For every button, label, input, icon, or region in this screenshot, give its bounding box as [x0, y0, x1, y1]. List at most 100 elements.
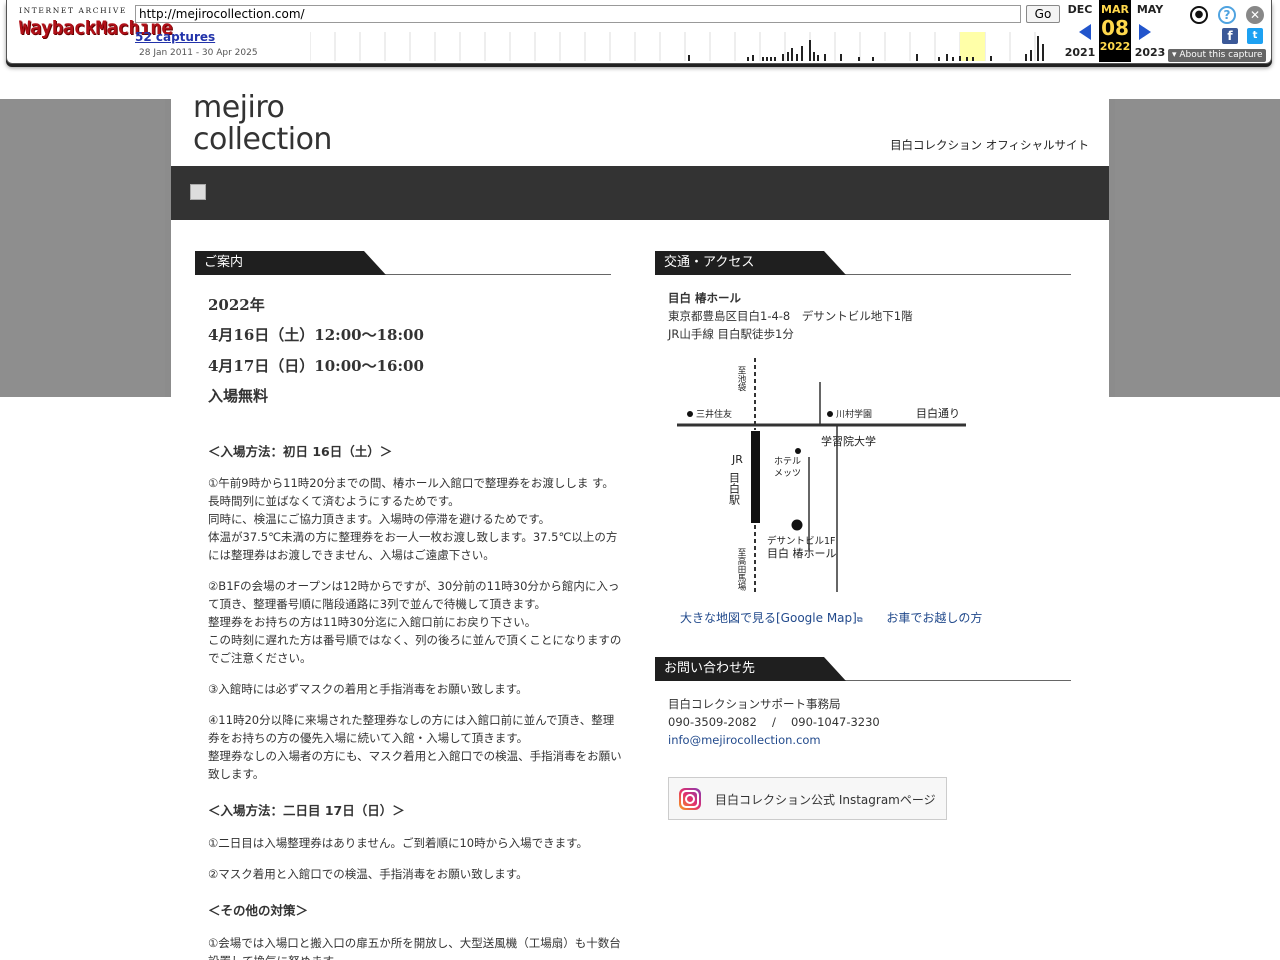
other-title: ＜その他の対策＞	[208, 903, 309, 918]
access-map: 至池袋 三井住友 川村学園 目白通り 学習院大学 JR 目白駅 ホテル メッツ …	[677, 358, 966, 594]
contact-heading-label: お問い合わせ先	[655, 657, 846, 681]
venue-address: 東京都豊島区目白1-4-8 デサントビル地下1階	[668, 309, 913, 323]
site-logo-line2: collection	[193, 122, 332, 157]
contact-heading: お問い合わせ先	[655, 657, 1071, 681]
method1-p4b: 整理券なしの入場者の方にも、マスク着用と入館口での検温、手指消毒をお願い致します…	[208, 749, 622, 781]
method1-p1: ①午前9時から11時20分までの間、椿ホール入館口で整理券をお渡ししま す。長時…	[208, 476, 614, 508]
contact-info: 目白コレクションサポート事務局 090-3509-2082 / 090-1047…	[668, 695, 880, 749]
sparkline-current-year	[960, 32, 985, 61]
method1-p1c: 体温が37.5℃未満の方に整理券をお一人一枚お渡し致します。37.5℃以上の方に…	[208, 530, 618, 562]
wayback-logo-top: INTERNET ARCHIVE	[19, 6, 127, 15]
wayback-captures-link[interactable]: 52 captures	[135, 30, 215, 44]
other-r1: ①会場では入場口と搬入口の扉五か所を開放し、大型送風機（工場扇）も十数台設置して…	[208, 936, 621, 960]
method1-title: ＜入場方法：初日 16日（土）＞	[208, 444, 393, 459]
access-heading: 交通・アクセス	[655, 251, 1071, 275]
map-label-mitsui: 三井住友	[696, 408, 732, 420]
method1-p2: ②B1Fの会場のオープンは12時からですが、30分前の11時30分から館内に入っ…	[208, 579, 620, 611]
wayback-logo[interactable]: INTERNET ARCHIVE WaybackMachine	[19, 6, 173, 50]
map-label-to-ikebukuro: 至池袋	[736, 366, 746, 392]
map-dot-mitsui	[687, 411, 693, 417]
contact-org: 目白コレクションサポート事務局	[668, 697, 841, 711]
venue-name: 目白 椿ホール	[668, 291, 742, 305]
info-admission: 入場無料	[208, 387, 269, 405]
google-map-link[interactable]: 大きな地図で見る[Google Map]⧉	[680, 611, 863, 625]
map-label-to-takadanobaba: 至高田馬場	[736, 548, 746, 591]
method1-p1b: 同時に、検温にご協力頂きます。入場時の停滞を避けるためです。	[208, 512, 551, 526]
access-info: 目白 椿ホール 東京都豊島区目白1-4-8 デサントビル地下1階 JR山手線 目…	[668, 289, 913, 343]
wayback-prev-year[interactable]: 2021	[1063, 46, 1097, 59]
wayback-about-capture[interactable]: ▾ About this capture	[1168, 49, 1266, 62]
wayback-prev-month[interactable]: DEC	[1063, 3, 1097, 16]
map-label-mejiro-dori: 目白通り	[916, 406, 960, 420]
method1-p2b: 整理券をお持ちの方は11時30分迄に入館口前にお戻り下さい。	[208, 615, 537, 629]
instagram-button-label: 目白コレクション公式 Instagramページ	[715, 793, 936, 807]
background-band-right	[1115, 99, 1280, 397]
close-icon[interactable]: ✕	[1246, 6, 1264, 24]
access-heading-label: 交通・アクセス	[655, 251, 846, 275]
broken-image-icon	[190, 184, 206, 200]
map-dot-hotel	[795, 448, 801, 454]
method1-p3: ③入館時には必ずマスクの着用と手指消毒をお願い致します。	[208, 682, 528, 696]
method2-q2: ②マスク着用と入館口での検温、手指消毒をお願い致します。	[208, 867, 528, 881]
wayback-current-month: MAR	[1101, 3, 1129, 16]
wayback-go-button[interactable]: Go	[1026, 5, 1060, 23]
wayback-date-range: 28 Jan 2011 - 30 Apr 2025	[139, 48, 258, 58]
site-logo[interactable]: mejiro collection	[193, 92, 332, 156]
sparkline-bars	[688, 36, 1044, 61]
car-access-link[interactable]: お車でお越しの方	[886, 611, 982, 625]
instagram-icon	[679, 788, 701, 810]
info-day2: 4月17日（日）10:00～16:00	[208, 357, 424, 375]
page-container: mejiro collection 目白コレクション オフィシャルサイト ご案内…	[171, 64, 1109, 960]
info-heading-label: ご案内	[195, 251, 386, 275]
wayback-next-year[interactable]: 2023	[1133, 46, 1167, 59]
wayback-next-arrow-icon[interactable]	[1139, 24, 1151, 40]
contact-email-link[interactable]: info@mejirocollection.com	[668, 731, 880, 749]
method1-p2c: この時刻に遅れた方は番号順ではなく、列の後ろに並んで頂くことになりますのでご注意…	[208, 633, 622, 665]
info-year: 2022年	[208, 296, 265, 314]
map-links: 大きな地図で見る[Google Map]⧉ お車でお越しの方	[680, 609, 982, 626]
map-label-gakushuin: 学習院大学	[821, 434, 876, 448]
wayback-prev-arrow-icon[interactable]	[1079, 24, 1091, 40]
map-label-kawamura: 川村学園	[836, 408, 872, 420]
wayback-current-date: MAR 08 2022	[1099, 0, 1131, 62]
contact-phones: 090-3509-2082 / 090-1047-3230	[668, 715, 880, 729]
google-map-link-label: 大きな地図で見る[Google Map]	[680, 611, 857, 625]
method1-p4: ④11時20分以降に来場された整理券なしの方には入館口前に並んで頂き、整理券をお…	[208, 713, 615, 745]
instagram-button[interactable]: 目白コレクション公式 Instagramページ	[668, 777, 947, 820]
map-jr-station	[751, 431, 760, 523]
info-day1: 4月16日（土）12:00～18:00	[208, 326, 424, 344]
wayback-next-month[interactable]: MAY	[1133, 3, 1167, 16]
help-icon[interactable]: ?	[1218, 6, 1236, 24]
method1-paragraph-2: ②B1Fの会場のオープンは12時からですが、30分前の11時30分から館内に入っ…	[208, 577, 624, 667]
twitter-icon[interactable]: t	[1247, 28, 1263, 44]
user-icon[interactable]: ●	[1190, 6, 1208, 24]
background-band-left	[0, 99, 165, 397]
map-label-tsubaki: 目白 椿ホール	[767, 546, 837, 560]
map-label-descente: デサントビル1F	[767, 535, 836, 547]
venue-station: JR山手線 目白駅徒歩1分	[668, 327, 794, 341]
external-link-icon: ⧉	[856, 615, 863, 624]
wayback-current-day: 08	[1101, 16, 1129, 40]
method1-paragraph-4: ④11時20分以降に来場された整理券なしの方には入館口前に並んで頂き、整理券をお…	[208, 711, 624, 783]
map-dot-kawamura	[827, 411, 833, 417]
site-logo-line1: mejiro	[193, 90, 285, 125]
info-heading: ご案内	[195, 251, 611, 275]
site-tagline: 目白コレクション オフィシャルサイト	[890, 138, 1089, 152]
map-label-hotel: ホテル	[774, 456, 801, 467]
wayback-logo-main: WaybackMachine	[19, 17, 173, 39]
map-label-mejiro-eki: 目白駅	[728, 472, 741, 506]
facebook-icon[interactable]: f	[1222, 28, 1238, 44]
method2-title: ＜入場方法：二日目 17日（日）＞	[208, 803, 405, 818]
wayback-current-year: 2022	[1099, 40, 1131, 53]
wayback-url-input[interactable]	[135, 5, 1021, 23]
map-dot-descente	[791, 519, 803, 531]
map-label-jr: JR	[731, 453, 743, 466]
method2-q1: ①二日目は入場整理券はありません。ご到着順に10時から入場できます。	[208, 836, 588, 850]
navigation-bar	[171, 166, 1109, 220]
method1-paragraph-1: ①午前9時から11時20分までの間、椿ホール入館口で整理券をお渡ししま す。長時…	[208, 474, 624, 564]
map-label-mets: メッツ	[774, 469, 801, 479]
wayback-about-label: About this capture	[1179, 50, 1263, 60]
sparkline-grid	[310, 32, 1036, 61]
wayback-toolbar: INTERNET ARCHIVE WaybackMachine Go 52 ca…	[6, 0, 1272, 64]
wayback-sparkline[interactable]	[310, 32, 1060, 61]
